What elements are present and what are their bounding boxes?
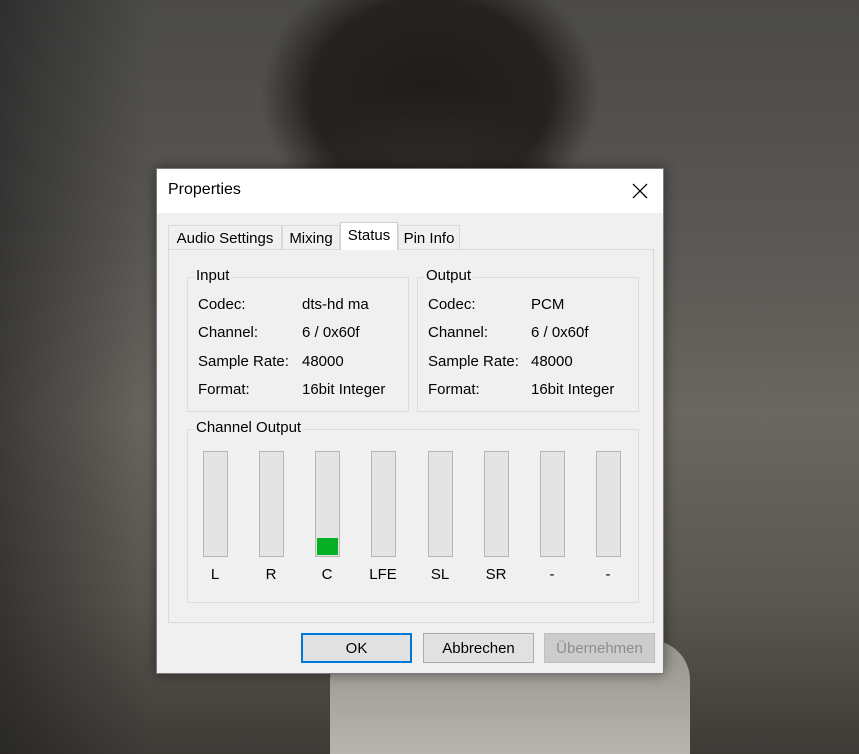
channel-label-r: R — [265, 566, 277, 583]
channel-meter-sl — [428, 451, 453, 557]
output-codec-value: PCM — [531, 296, 565, 313]
output-group: Output Codec: PCM Channel: 6 / 0x60f Sam… — [417, 267, 639, 412]
tab-mixing[interactable]: Mixing — [282, 225, 340, 249]
channel-meter-c — [315, 451, 340, 557]
output-channel-label: Channel: — [428, 324, 489, 341]
background-photo-shadow — [0, 0, 150, 754]
channel-meter-8 — [596, 451, 621, 557]
input-sample-rate-label: Sample Rate: — [198, 353, 289, 370]
channel-meter-lfe — [371, 451, 396, 557]
output-codec-label: Codec: — [428, 296, 476, 313]
apply-button[interactable]: Übernehmen — [544, 633, 655, 663]
ok-button[interactable]: OK — [301, 633, 412, 663]
output-group-label: Output — [424, 267, 474, 284]
title-bar: Properties — [157, 169, 663, 213]
output-channel-value: 6 / 0x60f — [531, 324, 589, 341]
properties-dialog: Properties Audio Settings Mixing Status … — [156, 168, 664, 674]
close-icon — [632, 183, 648, 199]
input-group: Input Codec: dts-hd ma Channel: 6 / 0x60… — [187, 267, 409, 412]
output-format-label: Format: — [428, 381, 480, 398]
meter-fill — [317, 538, 338, 555]
tab-pin-info[interactable]: Pin Info — [398, 225, 460, 249]
tab-audio-settings[interactable]: Audio Settings — [168, 225, 282, 249]
status-panel: Input Codec: dts-hd ma Channel: 6 / 0x60… — [168, 249, 654, 623]
input-sample-rate-value: 48000 — [302, 353, 344, 370]
channel-label-l: L — [210, 566, 220, 583]
channel-label-lfe: LFE — [369, 566, 397, 583]
channel-label-7: - — [549, 566, 555, 583]
channel-meter-7 — [540, 451, 565, 557]
dialog-title: Properties — [168, 181, 241, 198]
output-format-value: 16bit Integer — [531, 381, 615, 398]
output-sample-rate-label: Sample Rate: — [428, 353, 519, 370]
input-group-label: Input — [194, 267, 232, 284]
input-format-label: Format: — [198, 381, 250, 398]
channel-output-group: Channel Output L R C LFE SL SR - - — [187, 419, 639, 603]
output-sample-rate-value: 48000 — [531, 353, 573, 370]
channel-label-8: - — [605, 566, 611, 583]
tab-status[interactable]: Status — [340, 222, 398, 250]
channel-meter-r — [259, 451, 284, 557]
channel-meter-sr — [484, 451, 509, 557]
input-codec-value: dts-hd ma — [302, 296, 369, 313]
channel-output-group-label: Channel Output — [194, 419, 304, 436]
cancel-button[interactable]: Abbrechen — [423, 633, 534, 663]
input-format-value: 16bit Integer — [302, 381, 386, 398]
channel-label-sr: SR — [485, 566, 507, 583]
input-channel-value: 6 / 0x60f — [302, 324, 360, 341]
channel-label-sl: SL — [430, 566, 450, 583]
input-codec-label: Codec: — [198, 296, 246, 313]
channel-meter-l — [203, 451, 228, 557]
input-channel-label: Channel: — [198, 324, 259, 341]
close-button[interactable] — [617, 169, 663, 213]
channel-label-c: C — [321, 566, 333, 583]
